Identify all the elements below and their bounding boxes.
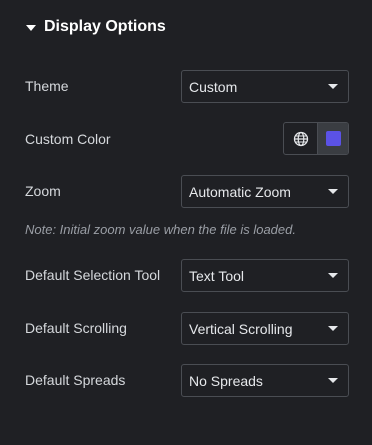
global-color-button[interactable] <box>284 123 318 154</box>
zoom-select[interactable]: Automatic Zoom <box>181 175 349 208</box>
chevron-down-icon <box>328 84 338 89</box>
scrolling-label: Default Scrolling <box>25 320 127 336</box>
theme-label: Theme <box>25 78 69 94</box>
selection-tool-select-value: Text Tool <box>189 267 244 284</box>
chevron-down-icon <box>328 378 338 383</box>
theme-select-value: Custom <box>189 78 238 95</box>
chevron-down-icon <box>328 189 338 194</box>
spreads-label: Default Spreads <box>25 372 126 388</box>
globe-icon <box>293 131 308 146</box>
chevron-down-icon <box>328 273 338 278</box>
custom-color-label: Custom Color <box>25 131 111 147</box>
zoom-note: Note: Initial zoom value when the file i… <box>25 222 296 237</box>
zoom-label: Zoom <box>25 183 61 199</box>
selection-tool-label: Default Selection Tool <box>25 267 161 283</box>
display-options-panel: Display Options Theme Custom Custom Colo… <box>0 0 372 445</box>
spreads-select-value: No Spreads <box>189 372 263 389</box>
scrolling-select[interactable]: Vertical Scrolling <box>181 312 349 345</box>
chevron-down-icon <box>328 326 338 331</box>
theme-select[interactable]: Custom <box>181 70 349 103</box>
display-options-toggle[interactable]: Display Options <box>26 17 166 37</box>
zoom-select-value: Automatic Zoom <box>189 183 291 200</box>
color-swatch <box>325 131 341 146</box>
selection-tool-select[interactable]: Text Tool <box>181 259 349 292</box>
scrolling-select-value: Vertical Scrolling <box>189 320 293 337</box>
color-swatch-button[interactable] <box>318 123 348 154</box>
section-title: Display Options <box>44 18 166 35</box>
custom-color-control <box>283 122 349 155</box>
caret-down-icon <box>26 24 36 31</box>
spreads-select[interactable]: No Spreads <box>181 364 349 397</box>
